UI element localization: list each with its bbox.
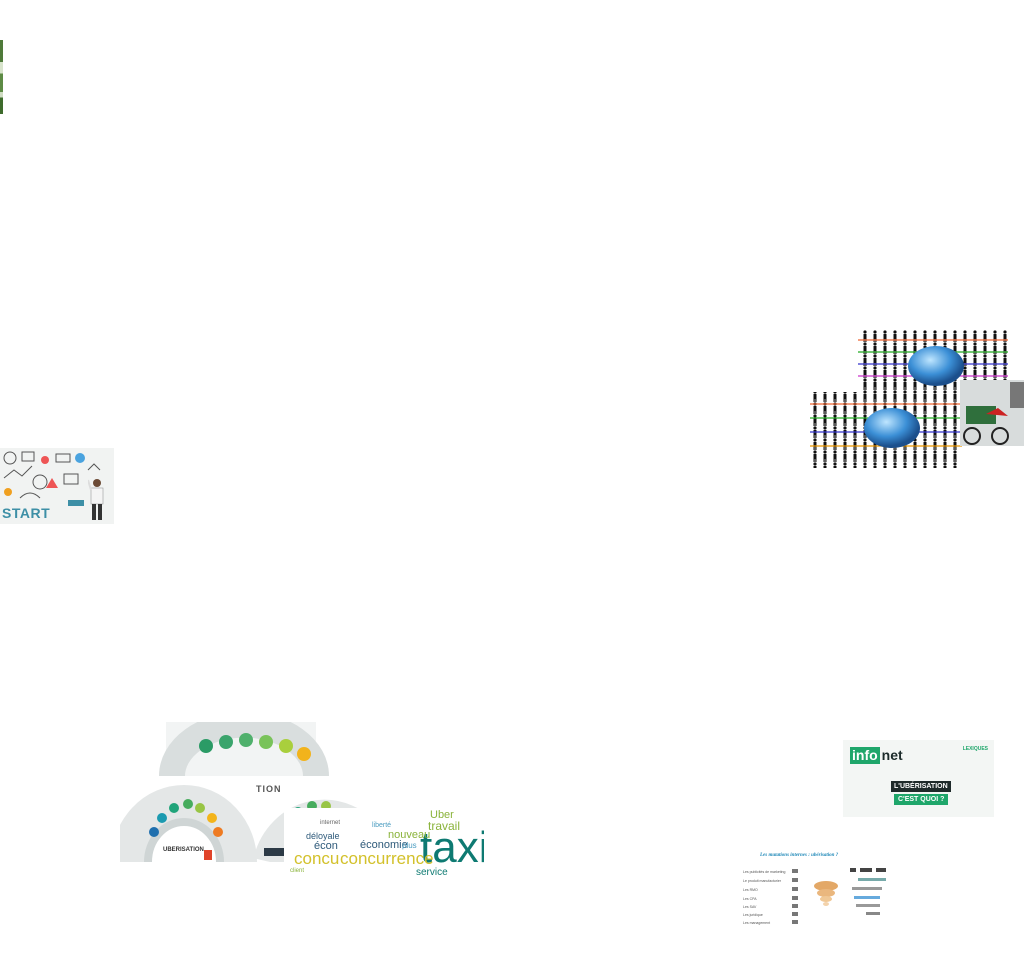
- word-cloud-image: Uber travail taxi concurrence concu écon…: [284, 808, 484, 883]
- cloud-word-liberte: liberté: [372, 822, 392, 829]
- cloud-word-concu: concu: [294, 849, 340, 868]
- cloud-word-nouveau: nouveau: [388, 829, 431, 841]
- infonet-corner-label: LEXIQUES: [962, 746, 988, 752]
- infonet-logo-info: info: [850, 747, 880, 764]
- wheel-fragment-text: TION: [256, 784, 282, 794]
- mutations-row: Les management: [743, 921, 771, 925]
- infonet-tag-uberisation: L'UBÉRISATION: [891, 781, 951, 792]
- start-label: START: [2, 505, 51, 521]
- infonet-tag-question: C'EST QUOI ?: [894, 794, 949, 805]
- mutations-row: Les publicités de marketing: [743, 870, 786, 874]
- cloud-word-client: client: [290, 868, 305, 874]
- infonet-logo: info net: [850, 747, 903, 764]
- start-whiteboard-image: START: [0, 448, 114, 524]
- cloud-word-internet: internet: [320, 820, 341, 826]
- cloud-word-service: service: [416, 867, 448, 878]
- businessman-figure: [88, 479, 104, 520]
- image-sliver: [0, 40, 3, 114]
- mutations-diagram: [792, 868, 886, 924]
- cloud-word-econ: écon: [314, 840, 338, 852]
- cloud-word-plus: plus: [402, 841, 417, 850]
- cloud-word-economie: économie: [360, 839, 408, 851]
- mutations-row: Les CPA: [743, 897, 757, 901]
- mutations-slide-thumbnail: Les mutations internes : ubérisation ? L…: [740, 850, 890, 928]
- people-globe-collage-image: [810, 330, 1024, 468]
- mutations-row: Les RMO: [743, 888, 758, 892]
- mutations-row: Les SAV: [743, 905, 757, 909]
- mutations-row: Le produit manufacturier: [743, 879, 781, 883]
- mutations-title: Les mutations internes : ubérisation ?: [760, 853, 839, 858]
- cloud-word-concurrence: concurrence: [340, 849, 434, 868]
- wheel-center-label: UBERISATION: [163, 847, 204, 853]
- mutations-row: Les juridique: [743, 913, 763, 917]
- infonet-logo-net: net: [881, 747, 903, 763]
- infonet-thumbnail: info net LEXIQUES L'UBÉRISATION C'EST QU…: [843, 740, 994, 817]
